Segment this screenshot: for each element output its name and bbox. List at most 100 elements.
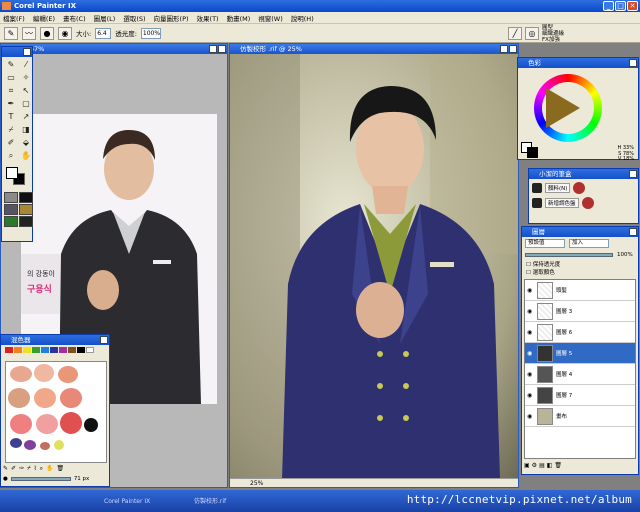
taskbar-item-painter[interactable]: Corel Painter IX xyxy=(100,495,150,508)
layer-row[interactable]: ◉ 畫布 xyxy=(525,406,635,427)
menu-layers[interactable]: 圖層(L) xyxy=(94,13,116,23)
taskbar-item-document[interactable]: 仿製校形.rif xyxy=(190,495,226,508)
menu-edit[interactable]: 編輯(E) xyxy=(33,13,55,23)
color-palette-close-button[interactable] xyxy=(629,59,637,67)
eraser-tool-icon[interactable]: ◨ xyxy=(19,124,33,136)
arrow-tool-icon[interactable]: ↗ xyxy=(19,111,33,123)
color-palette-title-bar[interactable]: 色彩 xyxy=(518,58,638,68)
mixer-mix-icon[interactable]: ✑ xyxy=(19,465,24,473)
eye-icon[interactable]: ◉ xyxy=(527,308,534,315)
brush-row-1[interactable]: 顏料(N) xyxy=(545,183,571,193)
pattern-selector-icon[interactable] xyxy=(4,204,18,215)
gradient-selector-icon[interactable] xyxy=(19,192,33,203)
mixer-title-bar[interactable]: 混色器 xyxy=(1,335,109,345)
menu-file[interactable]: 檔案(F) xyxy=(3,13,25,23)
mixer-sample-icon[interactable]: ⌿ xyxy=(27,465,31,473)
rectangle-select-icon[interactable]: ▭ xyxy=(4,72,18,84)
opacity-slider[interactable] xyxy=(525,253,613,257)
brush-row-2[interactable]: 新增調色盤 xyxy=(545,198,579,208)
layer-row[interactable]: ◉ 頭髮 xyxy=(525,280,635,301)
maximize-button[interactable]: □ xyxy=(615,1,626,11)
brush-tool-icon[interactable]: ✎ xyxy=(4,59,18,71)
menu-movie[interactable]: 動畫(M) xyxy=(227,13,251,23)
stroke-preview-icon[interactable]: ╱ xyxy=(508,27,522,40)
magnifier-icon[interactable]: ⌕ xyxy=(4,150,18,162)
eye-icon[interactable]: ◉ xyxy=(527,287,534,294)
brush-thumb-2-icon[interactable] xyxy=(532,198,542,208)
brush-palette-close-button[interactable] xyxy=(629,170,637,178)
crop-icon[interactable]: ⌗ xyxy=(4,85,18,97)
layers-title-bar[interactable]: 圖層 xyxy=(522,227,638,237)
new-layer-icon[interactable]: ▤ xyxy=(539,462,545,472)
doc2-zoom[interactable]: 25% xyxy=(250,480,263,487)
menu-select[interactable]: 選取(S) xyxy=(123,13,145,23)
layer-row-selected[interactable]: ◉ 圖層 5 xyxy=(525,343,635,364)
eraser-icon[interactable]: ✎ xyxy=(4,26,18,40)
brush-palette-title-bar[interactable]: 小潔的筆盒 xyxy=(529,169,638,179)
layer-row[interactable]: ◉ 圖層 7 xyxy=(525,385,635,406)
delete-layer-icon[interactable]: 🗑 xyxy=(554,462,562,472)
layer-row[interactable]: ◉ 圖層 4 xyxy=(525,364,635,385)
mixer-dirty-brush-icon[interactable]: ✎ xyxy=(3,465,8,473)
portrait-thumb-2-icon[interactable] xyxy=(581,197,594,209)
text-tool-icon[interactable]: T xyxy=(4,111,18,123)
main-color-swatch[interactable] xyxy=(6,167,18,179)
dropper-color-icon[interactable]: ✐ xyxy=(4,137,18,149)
layers-close-button[interactable] xyxy=(629,228,637,236)
mixer-clear-icon[interactable]: 🗑 xyxy=(57,465,65,473)
eye-icon[interactable]: ◉ xyxy=(527,413,534,420)
menu-help[interactable]: 說明(H) xyxy=(291,13,314,23)
nozzle-selector-icon[interactable] xyxy=(4,216,18,227)
shape-select-icon[interactable]: ▢ xyxy=(19,98,33,110)
dab-preview-icon[interactable]: ◎ xyxy=(525,27,539,40)
layer-row[interactable]: ◉ 圖層 3 xyxy=(525,301,635,322)
mixer-pan-icon[interactable]: ✋ xyxy=(46,465,53,473)
doc2-title-bar[interactable]: 仿製校形 .rif @ 25% xyxy=(230,44,518,54)
color-swatches[interactable] xyxy=(4,166,30,188)
paper-selector-icon[interactable] xyxy=(4,192,18,203)
composite-depth-select[interactable]: 加入 xyxy=(569,238,609,248)
dab-round-icon[interactable]: ● xyxy=(40,26,54,40)
eye-icon[interactable]: ◉ xyxy=(527,392,534,399)
mixer-apply-color-icon[interactable]: ✐ xyxy=(11,465,16,473)
layer-commands-icon[interactable]: ▣ xyxy=(524,462,530,472)
painting-document-window[interactable]: 仿製校形 .rif @ 25% 25% xyxy=(229,43,519,488)
menu-effects[interactable]: 效果(T) xyxy=(197,13,219,23)
cw-additional-color[interactable] xyxy=(527,147,538,158)
lasso-icon[interactable]: ✧ xyxy=(19,72,33,84)
dab-soft-icon[interactable]: ◉ xyxy=(58,26,72,40)
mixer-zoom-icon[interactable]: ⌕ xyxy=(40,465,43,473)
portrait-thumb-icon[interactable] xyxy=(573,182,586,194)
look-selector-icon[interactable] xyxy=(19,216,33,227)
eye-icon[interactable]: ◉ xyxy=(527,371,534,378)
composite-method-select[interactable]: 預設值 xyxy=(525,238,565,248)
opacity-field[interactable]: 100% xyxy=(140,27,161,39)
preserve-transparency-checkbox[interactable]: ☐ 保持透光度 xyxy=(522,261,638,269)
eyedropper-icon[interactable]: ⌿ xyxy=(4,124,18,136)
paint-bucket-icon[interactable]: ⬙ xyxy=(19,137,33,149)
mixer-color-swatches[interactable] xyxy=(1,345,109,355)
toolbox-title-bar[interactable] xyxy=(2,47,32,57)
size-field[interactable]: 6.4 xyxy=(95,27,112,39)
minimize-button[interactable]: _ xyxy=(603,1,614,11)
doc2-close-button[interactable] xyxy=(509,45,517,53)
menu-window[interactable]: 視窗(W) xyxy=(258,13,283,23)
mixer-sample-multiple-icon[interactable]: ⌇ xyxy=(34,465,37,473)
painting-canvas[interactable] xyxy=(230,54,518,479)
eye-icon[interactable]: ◉ xyxy=(527,350,534,357)
weaving-selector-icon[interactable] xyxy=(19,204,33,215)
pick-up-color-checkbox[interactable]: ☐ 選取顏色 xyxy=(522,269,638,277)
mixer-size-slider[interactable] xyxy=(10,477,71,481)
layer-row[interactable]: ◉ 圖層 6 xyxy=(525,322,635,343)
layer-mask-icon[interactable]: ◧ xyxy=(547,462,553,472)
saturation-value-triangle[interactable] xyxy=(546,88,580,128)
menu-canvas[interactable]: 畫布(C) xyxy=(63,13,86,23)
brush-selector[interactable]: ╱ ◎ 圓型 細緻邊緣 FX加強 xyxy=(508,25,636,43)
menu-shapes[interactable]: 向量圖形(P) xyxy=(154,13,189,23)
toolbox-close-button[interactable] xyxy=(23,48,31,56)
pen-icon[interactable]: ✒ xyxy=(4,98,18,110)
hand-icon[interactable]: ✋ xyxy=(19,150,33,162)
doc1-close-button[interactable] xyxy=(218,45,226,53)
doc1-minimize-button[interactable] xyxy=(209,45,217,53)
layer-adjuster-icon[interactable]: ↖ xyxy=(19,85,33,97)
